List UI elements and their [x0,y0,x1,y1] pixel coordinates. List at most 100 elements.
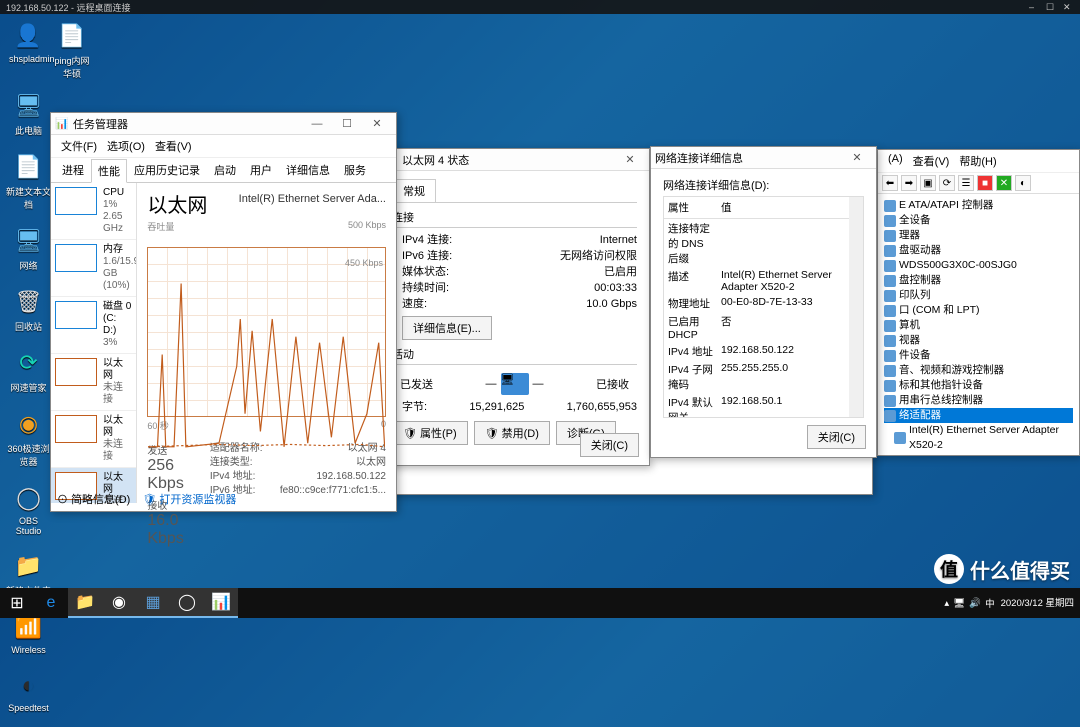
tree-item[interactable]: 盘驱动器 [884,243,1073,258]
tree-item[interactable]: Intel(R) Ethernet Server Adapter X520-2 [884,423,1073,449]
disable-button[interactable]: 🛡禁用(D) [474,421,550,445]
tab[interactable]: 启动 [207,158,243,182]
status-row: IPv4 连接:Internet [392,232,637,248]
tab[interactable]: 应用历史记录 [127,158,207,182]
rdp-title: 192.168.50.122 - 远程桌面连接 [6,1,131,14]
clock[interactable]: 2020/3/12 星期四 [1001,598,1074,609]
device-icon [884,290,896,302]
close-button[interactable]: ✕ [362,114,392,134]
task-devmgr[interactable]: ▦ [136,588,170,618]
task-taskmgr[interactable]: 📊 [204,588,238,618]
tree-item[interactable]: 件设备 [884,348,1073,363]
tree-item[interactable]: 音、视频和游戏控制器 [884,363,1073,378]
tab[interactable]: 性能 [91,159,127,183]
detail-row: 物理地址00-E0-8D-7E-13-33 [664,294,863,312]
tree-item[interactable]: 口 (COM 和 LPT) [884,303,1073,318]
prop-icon[interactable]: ☰ [958,175,974,191]
tree-item[interactable]: 视器 [884,333,1073,348]
status-row: 媒体状态:已启用 [392,264,637,280]
task-edge[interactable]: e [34,588,68,618]
start-button[interactable]: ⊞ [0,588,34,618]
show-icon[interactable]: ▣ [920,175,936,191]
menu-item[interactable]: 查看(V) [151,137,196,155]
menu-item[interactable]: (A) [884,152,907,170]
ethernet-status-window[interactable]: 📶 以太网 4 状态 ✕ 常规 连接 IPv4 连接:InternetIPv6 … [379,148,650,466]
desktop-icon[interactable]: 👤shspladmin [9,20,47,64]
desktop-icon[interactable]: 🖥此电脑 [6,90,51,137]
device-icon [884,365,896,377]
tree-item[interactable]: WDS500G3X0C-00SJG0 [884,258,1073,273]
device-manager-window[interactable]: (A)查看(V)帮助(H) ⬅ ➡ ▣ ⟳ ☰ ■ ✕ ◐ E ATA/ATAP… [877,149,1080,456]
tab[interactable]: 服务 [337,158,373,182]
perf-item[interactable]: 以太网未连接 [51,411,136,468]
perf-item[interactable]: CPU1% 2.65 GHz [51,183,136,240]
scrollbar[interactable] [849,197,863,417]
back-icon[interactable]: ⬅ [882,175,898,191]
tray-net-icon: 🖥 [953,598,965,609]
taskbar[interactable]: ⊞ e 📁 ◉ ▦ ◯ 📊 ▴ 🖥 🔊 中 2020/3/12 星期四 [0,588,1080,618]
tree-item[interactable]: 全设备 [884,213,1073,228]
desktop-icon[interactable]: 📄ping内网华硕 [53,20,91,80]
adapter-name: Intel(R) Ethernet Server Ada... [239,193,386,205]
perf-item[interactable]: 以太网未连接 [51,354,136,411]
refresh-icon[interactable]: ⟳ [939,175,955,191]
minimize-button[interactable]: — [302,114,332,134]
desktop-icon[interactable]: 🗑回收站 [6,286,51,333]
device-icon [884,320,896,332]
rdp-close-icon[interactable]: ✕ [1063,2,1074,13]
tree-item[interactable]: 盘控制器 [884,273,1073,288]
task-manager-window[interactable]: 📊 任务管理器 — ☐ ✕ 文件(F)选项(O)查看(V) 进程性能应用历史记录… [50,112,397,512]
close-button[interactable]: ✕ [842,148,872,168]
task-360[interactable]: ◉ [102,588,136,618]
desktop-icon[interactable]: ◐Speedtest [6,669,51,713]
menu-item[interactable]: 文件(F) [57,137,101,155]
tree-item[interactable]: 标和其他指针设备 [884,378,1073,393]
maximize-button[interactable]: ☐ [332,114,362,134]
perf-item[interactable]: 内存1.6/15.9 GB (10%) [51,240,136,297]
enable-icon[interactable]: ✕ [996,175,1012,191]
close-button[interactable]: 关闭(C) [807,425,866,449]
rdp-max-icon[interactable]: ☐ [1046,2,1057,13]
uninstall-icon[interactable]: ■ [977,175,993,191]
tree-item[interactable]: 理器 [884,228,1073,243]
desktop-icon[interactable]: 📄新建文本文档 [6,151,51,211]
taskmgr-icon: 📊 [55,117,69,131]
menu-item[interactable]: 查看(V) [909,152,954,170]
fewer-details[interactable]: ⊙ 简略信息(D) [57,491,130,507]
tree-item[interactable]: 算机 [884,318,1073,333]
tray-vol-icon: 🔊 [969,598,981,609]
tab[interactable]: 用户 [243,158,279,182]
menu-item[interactable]: 帮助(H) [955,152,1000,170]
desktop-icon[interactable]: ◉360极速浏览器 [6,408,51,468]
open-resmon-link[interactable]: 🛡 打开资源监视器 [142,491,236,507]
tree-item[interactable]: 用串行总线控制器 [884,393,1073,408]
details-button[interactable]: 详细信息(E)... [402,316,492,340]
desktop-icon[interactable]: ◯OBS Studio [6,482,51,536]
connection-details-window[interactable]: 网络连接详细信息 ✕ 网络连接详细信息(D): 属性值 连接特定的 DNS 后缀… [650,146,877,458]
scan-icon[interactable]: ◐ [1015,175,1031,191]
menu-item[interactable]: 选项(O) [103,137,149,155]
tab[interactable]: 详细信息 [279,158,337,182]
fwd-icon[interactable]: ➡ [901,175,917,191]
tree-item[interactable]: 络适配器 [884,408,1073,423]
perf-item[interactable]: 磁盘 0 (C: D:)3% [51,297,136,354]
tab[interactable]: 进程 [55,158,91,182]
toolbar: ⬅ ➡ ▣ ⟳ ☰ ■ ✕ ◐ [878,173,1079,194]
task-explorer[interactable]: 📁 [68,588,102,618]
close-button[interactable]: ✕ [615,150,645,170]
device-icon [884,230,896,242]
tray-icons[interactable]: ▴ 🖥 🔊 中 [944,596,994,610]
tab-general[interactable]: 常规 [392,179,436,202]
watermark-badge-icon: 值 [934,554,964,584]
rdp-min-icon[interactable]: – [1029,2,1040,13]
tree-item[interactable]: 印队列 [884,288,1073,303]
desktop-icon[interactable]: 🖥网络 [6,225,51,272]
tree-item[interactable]: E ATA/ATAPI 控制器 [884,198,1073,213]
status-row: 速度:10.0 Gbps [392,296,637,312]
properties-button[interactable]: 🛡属性(P) [392,421,468,445]
close-button[interactable]: 关闭(C) [580,433,639,457]
task-obs[interactable]: ◯ [170,588,204,618]
rdp-title-bar: 192.168.50.122 - 远程桌面连接 – ☐ ✕ [0,0,1080,14]
desktop-icon[interactable]: ⟳网速管家 [6,347,51,394]
send-rate: 256 Kbps [147,457,183,493]
